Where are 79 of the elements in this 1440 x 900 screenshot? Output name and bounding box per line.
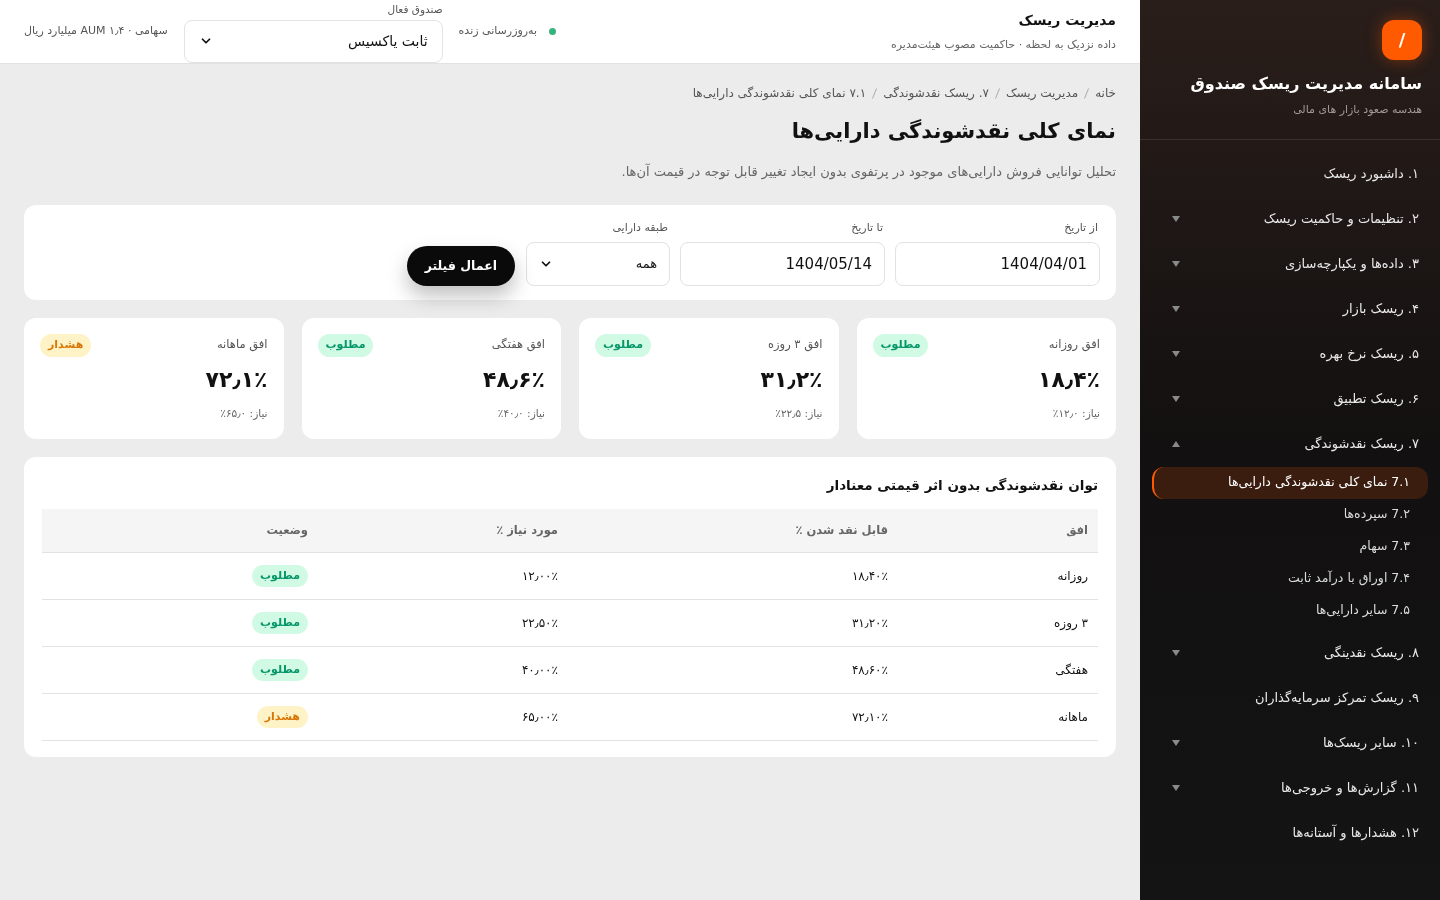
app-logo: /	[1382, 20, 1422, 60]
date-field[interactable]: 1404/05/14	[680, 242, 885, 286]
field-label: از تاریخ	[1063, 219, 1099, 236]
fund-info: سهامی · AUM ۱٫۴ میلیارد ریال	[24, 23, 168, 40]
kpi-value: ۱۸٫۴٪	[1037, 365, 1100, 394]
column-header: مورد نیاز ٪	[318, 509, 568, 553]
kpi-label: افق روزانه	[1048, 336, 1100, 354]
nav-item[interactable]: ۱۲. هشدارها و آستانه‌ها	[1152, 810, 1428, 856]
table-cell: ۷۲٫۱۰٪	[568, 693, 898, 741]
nav-item[interactable]: ۷. ریسک نقدشوندگی	[1152, 421, 1428, 467]
table-cell: ۴۸٫۶۰٪	[568, 646, 898, 694]
column-header: قابل نقد شدن ٪	[568, 509, 898, 553]
kpi-label: افق ماهانه	[216, 336, 268, 354]
nav-item[interactable]: ۱. داشبورد ریسک	[1152, 151, 1428, 197]
kpi-requirement: نیاز: ۶۵٫۰٪	[219, 405, 268, 422]
breadcrumb-separator-icon	[872, 87, 878, 99]
fund-select-label: صندوق فعال	[387, 1, 443, 16]
column-header: وضعیت	[42, 509, 318, 553]
nav-item[interactable]: ۹. ریسک تمرکز سرمایه‌گذاران	[1152, 675, 1428, 721]
kpi-requirement: نیاز: ۴۰٫۰٪	[496, 405, 545, 422]
column-header: افق	[898, 509, 1098, 553]
kpi-value: ۴۸٫۶٪	[482, 365, 545, 394]
status-badge: مطلوب	[317, 334, 374, 357]
nav-item[interactable]: ۶. ریسک تطبیق	[1152, 376, 1428, 422]
breadcrumb-separator-icon	[1084, 87, 1090, 99]
nav-item[interactable]: ۸. ریسک نقدینگی	[1152, 630, 1428, 676]
nav-item[interactable]: ۵. ریسک نرخ بهره	[1152, 331, 1428, 377]
table-cell: ۶۵٫۰۰٪	[318, 693, 568, 741]
nav-subitem[interactable]: 7.۳ سهام	[1152, 530, 1428, 563]
breadcrumb-link[interactable]: خانه	[1095, 84, 1116, 102]
nav-item[interactable]: ۱۱. گزارش‌ها و خروجی‌ها	[1152, 765, 1428, 811]
fund-select[interactable]: ثابت یاکسیس	[183, 19, 443, 63]
nav-subitem[interactable]: 7.۲ سپرده‌ها	[1152, 498, 1428, 531]
table-cell: ۴۰٫۰۰٪	[318, 646, 568, 694]
nav-subitem[interactable]: 7.۵ سایر دارایی‌ها	[1152, 594, 1428, 627]
nav-item[interactable]: ۴. ریسک بازار	[1152, 286, 1428, 332]
page-title: نمای کلی نقدشوندگی دارایی‌ها	[790, 118, 1116, 145]
breadcrumb-link[interactable]: مدیریت ریسک	[1005, 84, 1079, 102]
breadcrumb-link[interactable]: ۷.۱ نمای کلی نقدشوندگی دارایی‌ها	[692, 84, 867, 102]
app-subtitle: هندسه صعود بازار های مالی	[1293, 102, 1422, 118]
table-cell: ۱۲٫۰۰٪	[318, 552, 568, 600]
kpi-requirement: نیاز: ۱۲٫۰٪	[1051, 405, 1100, 422]
status-badge: مطلوب	[595, 334, 651, 357]
field-label: طبقه دارایی	[611, 219, 669, 236]
status-badge: مطلوب	[252, 658, 308, 681]
app-title: سامانه مدیریت ریسک صندوق	[1190, 73, 1422, 95]
table-cell: ۳ روزه	[898, 599, 1098, 647]
nav-item[interactable]: ۲. تنظیمات و حاکمیت ریسک	[1152, 196, 1428, 242]
kpi-label: افق ۳ روزه	[768, 336, 823, 354]
status-badge: مطلوب	[872, 334, 929, 357]
date-field[interactable]: 1404/04/01	[895, 242, 1100, 286]
kpi-requirement: نیاز: ۲۲٫۵٪	[774, 405, 823, 422]
kpi-label: افق هفتگی	[491, 336, 545, 354]
kpi-value: ۳۱٫۲٪	[759, 365, 823, 394]
field-label: تا تاریخ	[850, 219, 884, 236]
header-subtitle: داده نزدیک به لحظه · حاکمیت مصوب هیئت‌مدیره	[891, 36, 1116, 53]
table-cell: هفتگی	[898, 646, 1098, 694]
nav-subitem[interactable]: 7.۴ اوراق با درآمد ثابت	[1152, 562, 1428, 595]
status-badge: مطلوب	[252, 611, 308, 634]
table-cell: روزانه	[898, 552, 1098, 600]
nav-subitem[interactable]: 7.۱ نمای کلی نقدشوندگی دارایی‌ها	[1152, 466, 1428, 499]
nav-item[interactable]: ۳. داده‌ها و یکپارچه‌سازی	[1152, 241, 1428, 287]
table-cell: ۲۲٫۵۰٪	[318, 599, 568, 647]
live-status: به‌روزرسانی زنده	[458, 23, 538, 40]
breadcrumb-separator-icon	[994, 87, 1000, 99]
kpi-value: ۷۲٫۱٪	[204, 365, 268, 394]
table-title: توان نقدشوندگی بدون اثر قیمتی معنادار	[825, 476, 1098, 495]
table-cell: ۳۱٫۲۰٪	[568, 599, 898, 647]
nav-item[interactable]: ۱۰. سایر ریسک‌ها	[1152, 720, 1428, 766]
table-cell: ۱۸٫۴۰٪	[568, 552, 898, 600]
breadcrumb-link[interactable]: ۷. ریسک نقدشوندگی	[883, 84, 989, 102]
table-cell: ماهانه	[898, 693, 1098, 741]
status-badge: هشدار	[40, 334, 92, 357]
page-description: تحلیل توانایی فروش دارایی‌های موجود در پرتفوی بدون ایجاد تغییر قابل توجه در قیمت آن‌ها.	[620, 162, 1116, 181]
apply-filter-button[interactable]: اعمال فیلتر	[406, 246, 515, 286]
asset-class-select[interactable]: همه	[526, 242, 670, 286]
status-badge: مطلوب	[252, 564, 308, 587]
header-title: مدیریت ریسک	[1017, 10, 1116, 31]
status-badge: هشدار	[256, 705, 308, 728]
